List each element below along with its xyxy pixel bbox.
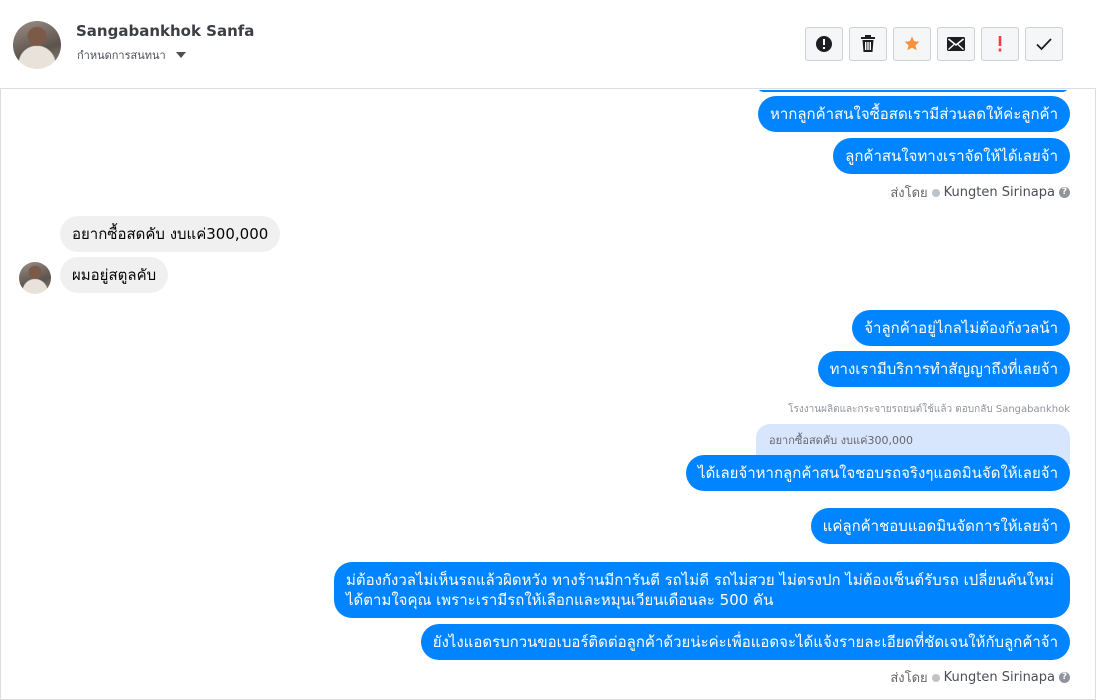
- alert-circle-icon: [816, 36, 832, 52]
- status-dot-icon: [931, 673, 940, 682]
- star-icon: [904, 36, 920, 51]
- sender-name[interactable]: Kungten Sirinapa: [944, 185, 1055, 200]
- delete-button[interactable]: [849, 27, 887, 61]
- outgoing-message[interactable]: ได้เลยจ้าหากลูกค้าสนใจชอบรถจริงๆแอดมินจั…: [686, 455, 1070, 491]
- help-icon[interactable]: ?: [1059, 187, 1070, 198]
- check-icon: [1036, 38, 1052, 51]
- outgoing-message[interactable]: ทางเรามีบริการทำสัญญาถึงที่เลยจ้า: [817, 351, 1070, 387]
- exclamation-icon: [998, 36, 1002, 52]
- sent-by-label: ส่งโดย: [890, 671, 928, 686]
- follow-up-button[interactable]: [981, 27, 1019, 61]
- outgoing-message[interactable]: ยังไงแอดรบกวนขอเบอร์ติดต่อลูกค้าด้วยน่ะค…: [420, 624, 1070, 660]
- sent-by-meta: ส่งโดย Kungten Sirinapa ?: [890, 667, 1070, 688]
- toolbar: [805, 27, 1063, 61]
- incoming-message[interactable]: ผมอยู่สตูลคับ: [60, 257, 169, 293]
- sent-by-label: ส่งโดย: [890, 186, 928, 201]
- contact-name[interactable]: Sangabankhok Sanfa: [76, 22, 254, 40]
- report-button[interactable]: [805, 27, 843, 61]
- conversation-header: Sangabankhok Sanfa กำหนดการสนทนา: [0, 0, 1096, 89]
- status-dot-icon: [931, 188, 940, 197]
- assign-conversation-dropdown[interactable]: กำหนดการสนทนา: [77, 46, 186, 64]
- contact-avatar-small: [19, 262, 51, 294]
- star-button[interactable]: [893, 27, 931, 61]
- outgoing-message[interactable]: แค่ลูกค้าชอบแอดมินจัดการให้เลยจ้า: [810, 508, 1070, 544]
- mark-unread-button[interactable]: [937, 27, 975, 61]
- sent-by-meta: ส่งโดย Kungten Sirinapa ?: [890, 182, 1070, 203]
- envelope-icon: [947, 37, 965, 51]
- caret-down-icon: [175, 52, 186, 58]
- message-bubble-partial: [756, 90, 1070, 92]
- outgoing-message[interactable]: ม่ต้องกังวลไม่เห็นรถแล้วผิดหวัง ทางร้านม…: [334, 562, 1070, 618]
- outgoing-message[interactable]: จ้าลูกค้าอยู่ไกลไม่ต้องกังวลน้า: [852, 310, 1070, 346]
- done-button[interactable]: [1025, 27, 1063, 61]
- message-thread: หากลูกค้าสนใจซื้อสดเรามีส่วนลดให้ค่ะลูกค…: [0, 90, 1096, 700]
- assign-label: กำหนดการสนทนา: [77, 49, 166, 62]
- incoming-message[interactable]: อยากซื้อสดคับ งบแค่300,000: [60, 216, 281, 252]
- trash-icon: [861, 35, 875, 52]
- outgoing-message[interactable]: หากลูกค้าสนใจซื้อสดเรามีส่วนลดให้ค่ะลูกค…: [757, 96, 1070, 132]
- reply-note: โรงงานผลิตและกระจายรถยนต์ใช้แล้ว ตอบกลับ…: [788, 404, 1070, 415]
- sender-name[interactable]: Kungten Sirinapa: [944, 670, 1055, 685]
- help-icon[interactable]: ?: [1059, 672, 1070, 683]
- outgoing-message[interactable]: ลูกค้าสนใจทางเราจัดให้ได้เลยจ้า: [833, 138, 1070, 174]
- contact-avatar[interactable]: [13, 21, 61, 69]
